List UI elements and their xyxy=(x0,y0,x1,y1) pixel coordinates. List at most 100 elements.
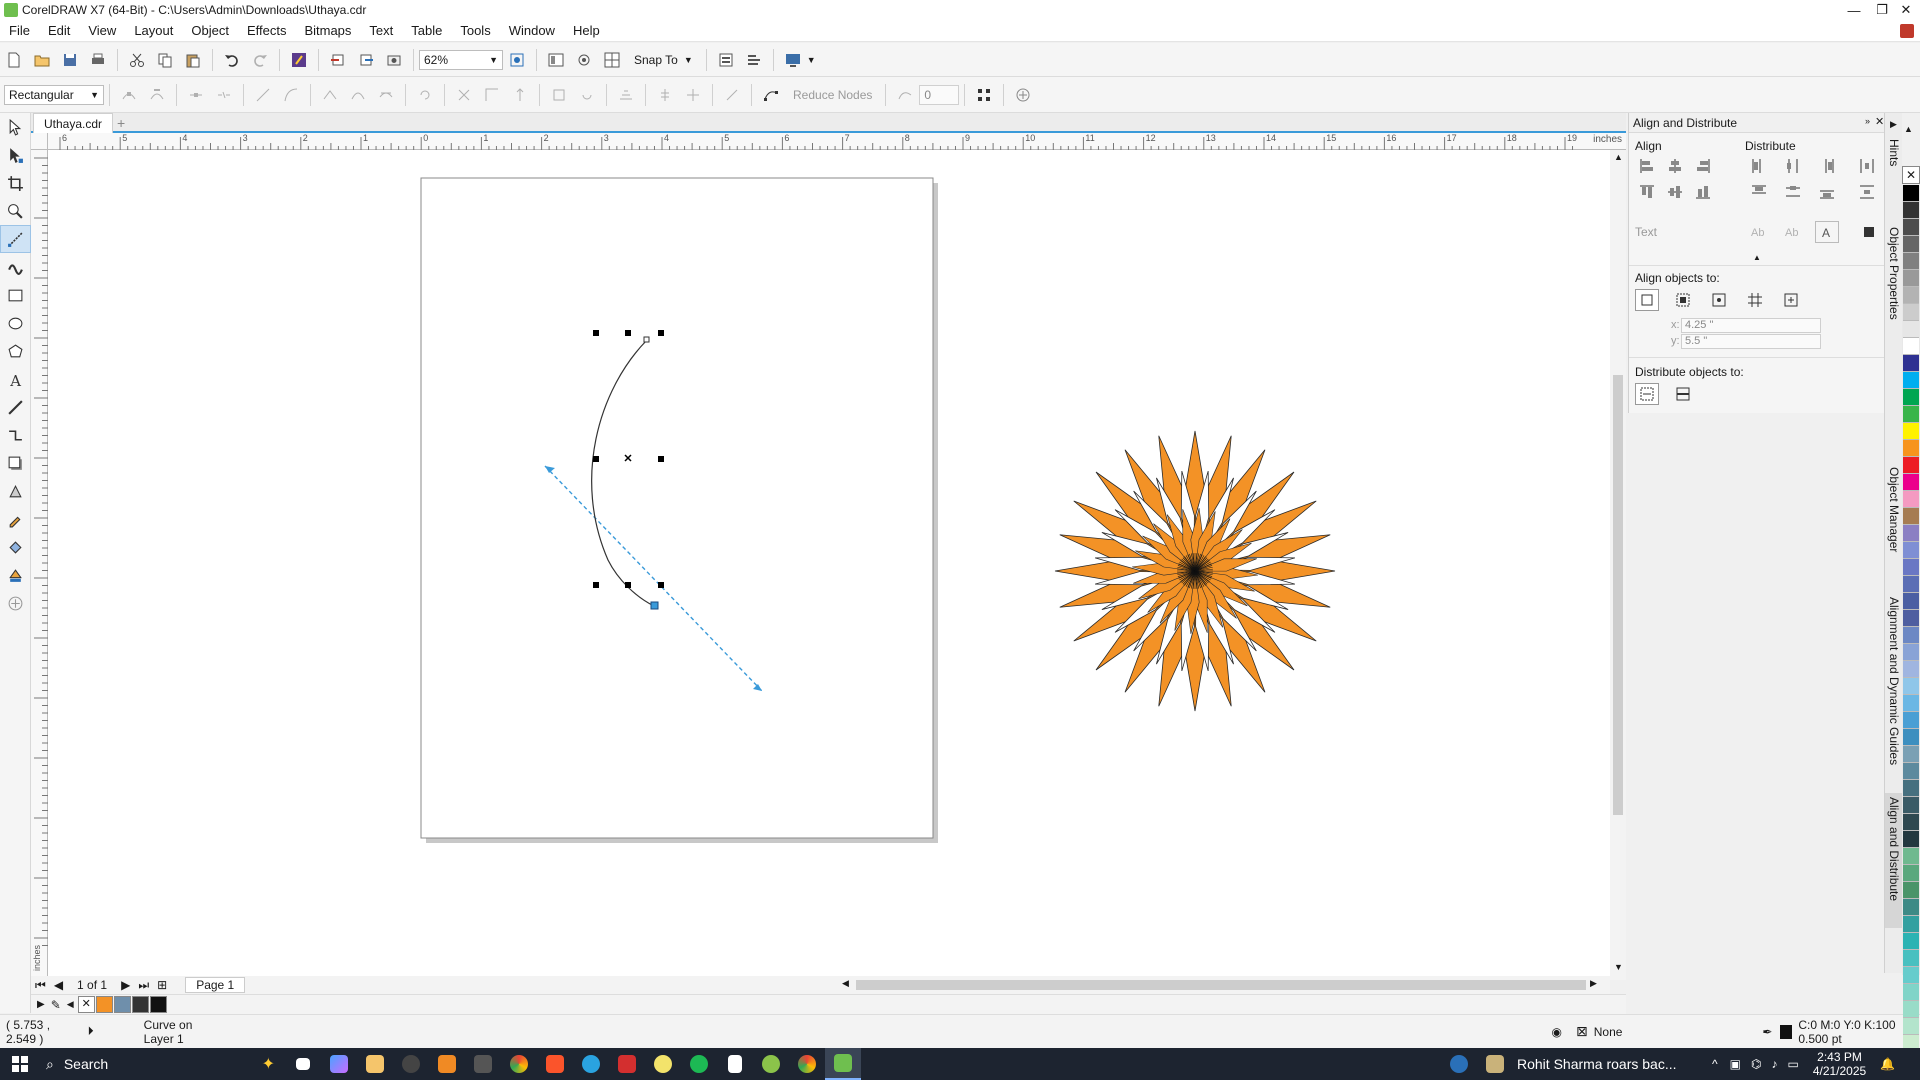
news-icon[interactable] xyxy=(1477,1048,1513,1080)
print-icon[interactable] xyxy=(86,48,110,72)
align-specified-point-icon[interactable] xyxy=(1779,289,1803,311)
distribute-spacing-vertical-icon[interactable] xyxy=(1855,181,1879,203)
media-player-icon[interactable] xyxy=(393,1048,429,1080)
join-nodes-icon[interactable] xyxy=(184,83,208,107)
selection-mode-dropdown[interactable]: Rectangular ▼ xyxy=(4,84,104,105)
delete-node-icon[interactable] xyxy=(145,83,169,107)
palette-swatch[interactable] xyxy=(1903,899,1919,916)
chrome-profile-icon[interactable] xyxy=(789,1048,825,1080)
vertical-ruler[interactable]: inches xyxy=(31,150,48,980)
paste-icon[interactable] xyxy=(181,48,205,72)
palette-swatch[interactable] xyxy=(1903,644,1919,661)
palette-swatch[interactable] xyxy=(1903,304,1919,321)
align-page-edge-icon[interactable] xyxy=(1671,289,1695,311)
zoom-tool-icon[interactable] xyxy=(0,197,31,225)
distribute-center-icon[interactable] xyxy=(1781,155,1805,177)
horizontal-ruler[interactable]: 6 5 4 3 2 1 0 1 2 3 4 5 6 7 8 9 10 11 12 13 14 15 16 17 18 19 inc… xyxy=(48,133,1626,150)
brave-icon[interactable] xyxy=(537,1048,573,1080)
copilot-icon[interactable] xyxy=(321,1048,357,1080)
page-border[interactable] xyxy=(420,177,934,839)
palette-swatch[interactable] xyxy=(1903,593,1919,610)
cut-icon[interactable] xyxy=(125,48,149,72)
vertical-scrollbar[interactable]: ▲ ▼ xyxy=(1610,150,1626,980)
rotate-nodes-icon[interactable] xyxy=(547,83,571,107)
sidetab-hints[interactable]: Hints xyxy=(1885,135,1903,205)
menu-text[interactable]: Text xyxy=(360,20,402,42)
palette-swatch[interactable] xyxy=(1903,746,1919,763)
add-node-icon[interactable] xyxy=(117,83,141,107)
palette-swatch[interactable] xyxy=(1903,763,1919,780)
undo-icon[interactable] xyxy=(220,48,244,72)
reflect-horizontal-icon[interactable] xyxy=(614,83,638,107)
select-nodes-icon[interactable] xyxy=(972,83,996,107)
pick-tool-icon[interactable] xyxy=(0,113,31,141)
menu-window[interactable]: Window xyxy=(500,20,564,42)
document-palette-swatch[interactable]: ✕ xyxy=(77,996,95,1013)
interactive-fill-tool-icon[interactable] xyxy=(0,533,31,561)
palette-swatch[interactable] xyxy=(1903,831,1919,848)
prev-page-icon[interactable]: ◀ xyxy=(54,978,63,992)
user-icon[interactable] xyxy=(1900,24,1914,38)
document-palette-swatch[interactable] xyxy=(95,996,113,1013)
text-tool-icon[interactable]: A xyxy=(0,365,31,393)
distribute-selection-extent-icon[interactable] xyxy=(1635,383,1659,405)
palette-swatch[interactable] xyxy=(1903,372,1919,389)
text-last-baseline-icon[interactable]: Ab xyxy=(1779,221,1803,243)
document-palette-swatch[interactable] xyxy=(149,996,167,1013)
curve-selected-node[interactable] xyxy=(650,601,659,610)
text-bounding-box-icon[interactable]: A xyxy=(1815,221,1839,243)
palette-swatch[interactable] xyxy=(1903,916,1919,933)
page-1-tab[interactable]: Page 1 xyxy=(185,977,246,993)
color-eyedropper-tool-icon[interactable] xyxy=(0,505,31,533)
open-icon[interactable] xyxy=(30,48,54,72)
palette-swatch[interactable] xyxy=(1903,440,1919,457)
close-button[interactable]: ✕ xyxy=(1892,0,1920,20)
distribute-left-icon[interactable] xyxy=(1747,155,1771,177)
distribute-spacing-horizontal-icon[interactable] xyxy=(1855,155,1879,177)
smooth-node-icon[interactable] xyxy=(346,83,370,107)
sidetab-arrow-icon[interactable]: ▶ xyxy=(1890,119,1897,130)
palette-swatch[interactable] xyxy=(1903,253,1919,270)
select-all-nodes-icon[interactable] xyxy=(720,83,744,107)
docker-collapse-icon[interactable]: » xyxy=(1865,116,1870,126)
eyedropper-icon[interactable]: ✎ xyxy=(51,998,61,1012)
add-toolbar-icon[interactable] xyxy=(1011,83,1035,107)
options-icon[interactable] xyxy=(714,48,738,72)
x-coordinate-input[interactable]: 4.25 " xyxy=(1681,318,1821,333)
elastic-mode-icon[interactable] xyxy=(681,83,705,107)
collapse-section-icon[interactable]: ▲ xyxy=(1753,253,1761,262)
docker-close-icon[interactable]: ✕ xyxy=(1875,115,1884,128)
sidetab-align-distribute[interactable]: Align and Distribute xyxy=(1885,793,1903,928)
taskbar-search[interactable]: ⌕ Search ✦ xyxy=(40,1048,285,1080)
reverse-direction-icon[interactable] xyxy=(413,83,437,107)
ellipse-tool-icon[interactable] xyxy=(0,309,31,337)
tray-chevron-icon[interactable]: ^ xyxy=(1712,1057,1718,1071)
align-grid-icon[interactable] xyxy=(1743,289,1767,311)
redo-icon[interactable] xyxy=(248,48,272,72)
align-left-icon[interactable] xyxy=(1635,155,1659,177)
document-palette-swatch[interactable] xyxy=(113,996,131,1013)
menu-edit[interactable]: Edit xyxy=(39,20,79,42)
cusp-node-icon[interactable] xyxy=(318,83,342,107)
palette-swatch[interactable] xyxy=(1903,967,1919,984)
palette-swatch[interactable] xyxy=(1903,491,1919,508)
help-icon[interactable] xyxy=(1441,1048,1477,1080)
palette-swatch[interactable] xyxy=(1903,950,1919,967)
distribute-bottom-icon[interactable] xyxy=(1815,181,1839,203)
menu-help[interactable]: Help xyxy=(564,20,609,42)
vertical-scroll-thumb[interactable] xyxy=(1613,375,1623,815)
transparency-tool-icon[interactable] xyxy=(0,477,31,505)
application-launcher-icon[interactable] xyxy=(742,48,766,72)
menu-file[interactable]: File xyxy=(0,20,39,42)
palette-swatch[interactable] xyxy=(1903,525,1919,542)
menu-tools[interactable]: Tools xyxy=(451,20,499,42)
palette-swatch[interactable] xyxy=(1903,219,1919,236)
tray-app-icon[interactable]: ▣ xyxy=(1730,1057,1741,1071)
corel-launcher-icon[interactable] xyxy=(753,1048,789,1080)
palette-swatch[interactable] xyxy=(1903,984,1919,1001)
palette-swatch[interactable] xyxy=(1903,797,1919,814)
chrome-icon[interactable] xyxy=(501,1048,537,1080)
task-view-icon[interactable] xyxy=(285,1048,321,1080)
menu-table[interactable]: Table xyxy=(402,20,451,42)
ruler-origin[interactable] xyxy=(31,133,48,150)
